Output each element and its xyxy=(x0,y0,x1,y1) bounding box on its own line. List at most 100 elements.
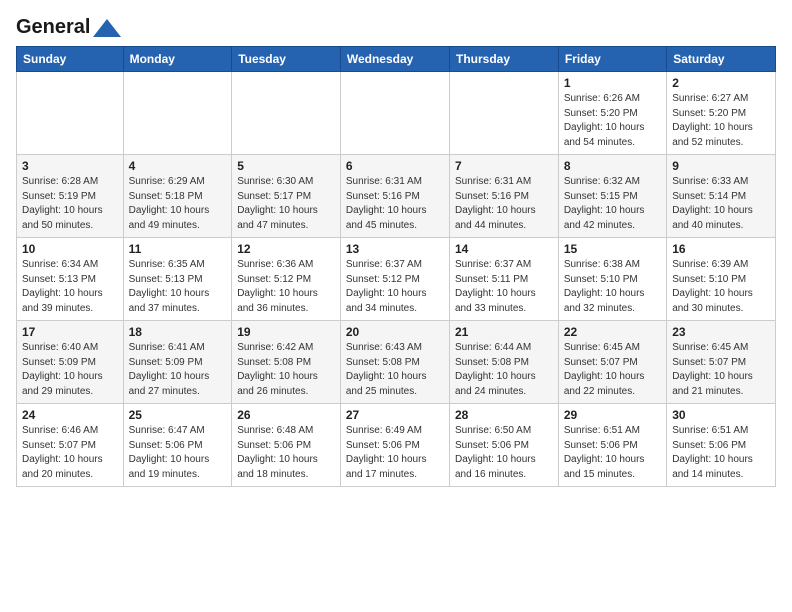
logo-text: General xyxy=(16,16,121,38)
calendar-cell: 18Sunrise: 6:41 AM Sunset: 5:09 PM Dayli… xyxy=(123,321,232,404)
day-info: Sunrise: 6:51 AM Sunset: 5:06 PM Dayligh… xyxy=(672,424,770,482)
day-number: 25 xyxy=(129,408,227,422)
calendar-cell: 15 Sunrise: 6:38 AM Sunset: 5:10 PM Dayli… xyxy=(558,238,666,321)
calendar-cell: 23Sunrise: 6:45 AM Sunset: 5:07 PM Dayli… xyxy=(667,321,776,404)
calendar-cell xyxy=(450,72,559,155)
day-info: Sunrise: 6:44 AM Sunset: 5:08 PM Dayligh… xyxy=(455,341,553,399)
day-info: Sunrise: 6:39 AM Sunset: 5:10 PM Dayligh… xyxy=(672,258,770,316)
calendar-cell: 30 Sunrise: 6:51 AM Sunset: 5:06 PM Dayli… xyxy=(667,404,776,487)
calendar-cell: 16Sunrise: 6:39 AM Sunset: 5:10 PM Dayli… xyxy=(667,238,776,321)
calendar-cell: 27Sunrise: 6:49 AM Sunset: 5:06 PM Dayli… xyxy=(340,404,449,487)
day-info: Sunrise: 6:37 AM Sunset: 5:11 PM Dayligh… xyxy=(455,258,553,316)
calendar-cell: 22 Sunrise: 6:45 AM Sunset: 5:07 PM Dayli… xyxy=(558,321,666,404)
day-number: 22 xyxy=(564,325,661,339)
calendar-cell: 17 Sunrise: 6:40 AM Sunset: 5:09 PM Dayli… xyxy=(17,321,124,404)
calendar-cell: 5Sunrise: 6:30 AM Sunset: 5:17 PM Daylig… xyxy=(232,155,341,238)
calendar-col-header: Wednesday xyxy=(340,47,449,72)
day-number: 15 xyxy=(564,242,661,256)
day-info: Sunrise: 6:29 AM Sunset: 5:18 PM Dayligh… xyxy=(129,175,227,233)
day-info: Sunrise: 6:51 AM Sunset: 5:06 PM Dayligh… xyxy=(564,424,661,482)
day-info: Sunrise: 6:28 AM Sunset: 5:19 PM Dayligh… xyxy=(22,175,118,233)
day-info: Sunrise: 6:30 AM Sunset: 5:17 PM Dayligh… xyxy=(237,175,335,233)
day-info: Sunrise: 6:35 AM Sunset: 5:13 PM Dayligh… xyxy=(129,258,227,316)
calendar-header-row: SundayMondayTuesdayWednesdayThursdayFrid… xyxy=(17,47,776,72)
day-number: 7 xyxy=(455,159,553,173)
day-info: Sunrise: 6:45 AM Sunset: 5:07 PM Dayligh… xyxy=(564,341,661,399)
day-info: Sunrise: 6:45 AM Sunset: 5:07 PM Dayligh… xyxy=(672,341,770,399)
day-info: Sunrise: 6:43 AM Sunset: 5:08 PM Dayligh… xyxy=(346,341,444,399)
day-info: Sunrise: 6:37 AM Sunset: 5:12 PM Dayligh… xyxy=(346,258,444,316)
day-number: 21 xyxy=(455,325,553,339)
logo: General xyxy=(16,16,121,36)
header: General xyxy=(16,16,776,36)
calendar-cell: 1 Sunrise: 6:26 AM Sunset: 5:20 PM Daylig… xyxy=(558,72,666,155)
day-info: Sunrise: 6:42 AM Sunset: 5:08 PM Dayligh… xyxy=(237,341,335,399)
day-info: Sunrise: 6:40 AM Sunset: 5:09 PM Dayligh… xyxy=(22,341,118,399)
calendar-cell: 6 Sunrise: 6:31 AM Sunset: 5:16 PM Daylig… xyxy=(340,155,449,238)
calendar-cell: 8 Sunrise: 6:32 AM Sunset: 5:15 PM Daylig… xyxy=(558,155,666,238)
calendar-cell xyxy=(123,72,232,155)
calendar-cell: 20Sunrise: 6:43 AM Sunset: 5:08 PM Dayli… xyxy=(340,321,449,404)
day-number: 27 xyxy=(346,408,444,422)
calendar-cell: 2 Sunrise: 6:27 AM Sunset: 5:20 PM Daylig… xyxy=(667,72,776,155)
day-info: Sunrise: 6:41 AM Sunset: 5:09 PM Dayligh… xyxy=(129,341,227,399)
calendar-col-header: Tuesday xyxy=(232,47,341,72)
day-number: 1 xyxy=(564,76,661,90)
day-info: Sunrise: 6:38 AM Sunset: 5:10 PM Dayligh… xyxy=(564,258,661,316)
calendar-cell: 21 Sunrise: 6:44 AM Sunset: 5:08 PM Dayli… xyxy=(450,321,559,404)
day-info: Sunrise: 6:26 AM Sunset: 5:20 PM Dayligh… xyxy=(564,92,661,150)
day-number: 29 xyxy=(564,408,661,422)
day-number: 26 xyxy=(237,408,335,422)
day-number: 6 xyxy=(346,159,444,173)
day-number: 2 xyxy=(672,76,770,90)
day-info: Sunrise: 6:31 AM Sunset: 5:16 PM Dayligh… xyxy=(346,175,444,233)
day-number: 8 xyxy=(564,159,661,173)
calendar-cell: 9 Sunrise: 6:33 AM Sunset: 5:14 PM Daylig… xyxy=(667,155,776,238)
day-number: 10 xyxy=(22,242,118,256)
day-number: 14 xyxy=(455,242,553,256)
day-number: 13 xyxy=(346,242,444,256)
day-info: Sunrise: 6:47 AM Sunset: 5:06 PM Dayligh… xyxy=(129,424,227,482)
calendar-cell xyxy=(340,72,449,155)
calendar-cell: 28 Sunrise: 6:50 AM Sunset: 5:06 PM Dayli… xyxy=(450,404,559,487)
calendar-cell: 25 Sunrise: 6:47 AM Sunset: 5:06 PM Dayli… xyxy=(123,404,232,487)
day-info: Sunrise: 6:32 AM Sunset: 5:15 PM Dayligh… xyxy=(564,175,661,233)
day-info: Sunrise: 6:33 AM Sunset: 5:14 PM Dayligh… xyxy=(672,175,770,233)
day-number: 4 xyxy=(129,159,227,173)
page-container: General SundayMondayTuesdayWednesdayThur… xyxy=(0,0,792,497)
day-info: Sunrise: 6:31 AM Sunset: 5:16 PM Dayligh… xyxy=(455,175,553,233)
day-number: 19 xyxy=(237,325,335,339)
day-number: 12 xyxy=(237,242,335,256)
day-number: 30 xyxy=(672,408,770,422)
calendar-week-row: 24Sunrise: 6:46 AM Sunset: 5:07 PM Dayli… xyxy=(17,404,776,487)
day-info: Sunrise: 6:27 AM Sunset: 5:20 PM Dayligh… xyxy=(672,92,770,150)
day-info: Sunrise: 6:36 AM Sunset: 5:12 PM Dayligh… xyxy=(237,258,335,316)
calendar-week-row: 3 Sunrise: 6:28 AM Sunset: 5:19 PM Daylig… xyxy=(17,155,776,238)
day-info: Sunrise: 6:46 AM Sunset: 5:07 PM Dayligh… xyxy=(22,424,118,482)
calendar-col-header: Sunday xyxy=(17,47,124,72)
day-number: 9 xyxy=(672,159,770,173)
day-number: 28 xyxy=(455,408,553,422)
calendar-week-row: 1 Sunrise: 6:26 AM Sunset: 5:20 PM Daylig… xyxy=(17,72,776,155)
day-number: 3 xyxy=(22,159,118,173)
calendar-body: 1 Sunrise: 6:26 AM Sunset: 5:20 PM Daylig… xyxy=(17,72,776,487)
calendar-cell: 29 Sunrise: 6:51 AM Sunset: 5:06 PM Dayli… xyxy=(558,404,666,487)
calendar-col-header: Saturday xyxy=(667,47,776,72)
day-number: 17 xyxy=(22,325,118,339)
calendar-cell xyxy=(17,72,124,155)
calendar-cell: 10 Sunrise: 6:34 AM Sunset: 5:13 PM Dayli… xyxy=(17,238,124,321)
calendar-cell: 4 Sunrise: 6:29 AM Sunset: 5:18 PM Daylig… xyxy=(123,155,232,238)
calendar-cell: 12 Sunrise: 6:36 AM Sunset: 5:12 PM Dayli… xyxy=(232,238,341,321)
calendar-cell: 24Sunrise: 6:46 AM Sunset: 5:07 PM Dayli… xyxy=(17,404,124,487)
calendar-cell: 7 Sunrise: 6:31 AM Sunset: 5:16 PM Daylig… xyxy=(450,155,559,238)
calendar-week-row: 17 Sunrise: 6:40 AM Sunset: 5:09 PM Dayli… xyxy=(17,321,776,404)
day-info: Sunrise: 6:48 AM Sunset: 5:06 PM Dayligh… xyxy=(237,424,335,482)
day-info: Sunrise: 6:50 AM Sunset: 5:06 PM Dayligh… xyxy=(455,424,553,482)
calendar-cell: 11Sunrise: 6:35 AM Sunset: 5:13 PM Dayli… xyxy=(123,238,232,321)
day-info: Sunrise: 6:34 AM Sunset: 5:13 PM Dayligh… xyxy=(22,258,118,316)
calendar-col-header: Thursday xyxy=(450,47,559,72)
calendar-cell: 19 Sunrise: 6:42 AM Sunset: 5:08 PM Dayli… xyxy=(232,321,341,404)
calendar-col-header: Friday xyxy=(558,47,666,72)
calendar-col-header: Monday xyxy=(123,47,232,72)
calendar-cell xyxy=(232,72,341,155)
